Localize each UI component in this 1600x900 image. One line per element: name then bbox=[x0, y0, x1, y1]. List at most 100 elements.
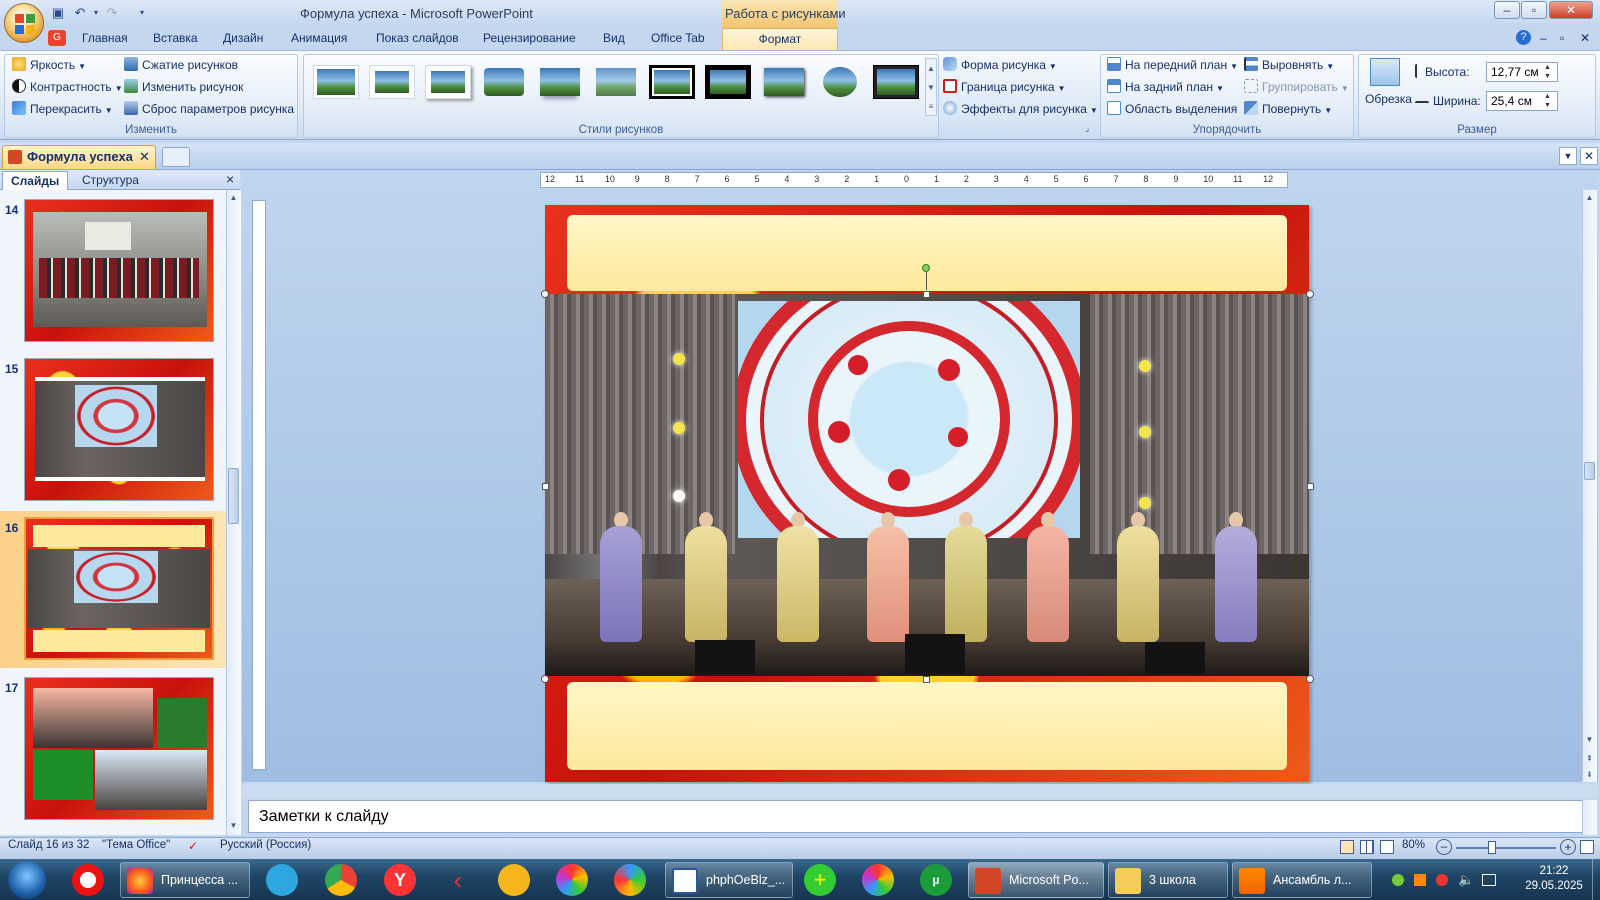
slide-thumbnail-14[interactable] bbox=[24, 199, 214, 342]
slide-sorter-icon[interactable] bbox=[1360, 840, 1374, 854]
undo-dropdown-icon[interactable]: ▾ bbox=[88, 5, 104, 21]
resize-handle-top-right[interactable] bbox=[1306, 290, 1314, 298]
utorrent-icon[interactable]: µ bbox=[920, 864, 952, 896]
resize-handle-bottom-left[interactable] bbox=[541, 675, 549, 683]
chrome-icon[interactable] bbox=[325, 864, 357, 896]
volume-icon[interactable]: 🔈 bbox=[1458, 872, 1474, 888]
picture-style-2[interactable] bbox=[369, 65, 415, 99]
notes-splitter[interactable] bbox=[242, 784, 1598, 798]
save-icon[interactable]: ▣ bbox=[50, 5, 66, 21]
scroll-down-icon[interactable]: ▼ bbox=[227, 819, 240, 833]
align-button[interactable]: Выровнять ▼ bbox=[1244, 56, 1334, 74]
tab-slides[interactable]: Слайды bbox=[2, 171, 69, 190]
taskbar-button-folder[interactable]: 3 школа bbox=[1108, 862, 1228, 898]
document-tab-close-icon[interactable]: ✕ bbox=[139, 146, 150, 168]
resize-handle-top-left[interactable] bbox=[541, 290, 549, 298]
slide-thumbnail-15[interactable] bbox=[24, 358, 214, 501]
width-spinner-icon[interactable]: ▲ ▼ bbox=[1544, 92, 1551, 110]
recolor-button[interactable]: Перекрасить ▼ bbox=[12, 100, 113, 118]
pane-close-icon[interactable]: × bbox=[226, 171, 234, 187]
slideshow-view-icon[interactable] bbox=[1380, 840, 1394, 854]
crop-icon[interactable] bbox=[1370, 58, 1400, 86]
close-doc-icon[interactable]: ✕ bbox=[1580, 147, 1598, 165]
office-tab-icon[interactable]: G bbox=[48, 30, 66, 46]
resize-handle-bottom[interactable] bbox=[923, 676, 930, 683]
minimize-button[interactable]: – bbox=[1494, 1, 1520, 19]
bring-to-front-button[interactable]: На передний план ▼ bbox=[1107, 56, 1238, 74]
picture-style-1[interactable] bbox=[313, 65, 359, 99]
picture-style-3[interactable] bbox=[425, 65, 471, 99]
office-button[interactable] bbox=[4, 3, 44, 43]
redo-icon[interactable]: ↷ bbox=[104, 5, 120, 21]
picture-style-4[interactable] bbox=[481, 65, 527, 99]
app-ring-icon[interactable] bbox=[862, 864, 894, 896]
stage-photo[interactable] bbox=[545, 294, 1309, 676]
styles-gallery-scroll[interactable]: ▲ ▼ ≡ bbox=[925, 58, 937, 116]
document-tab[interactable]: Формула успеха ✕ bbox=[2, 145, 156, 169]
slide-scrollbar[interactable] bbox=[1582, 190, 1597, 782]
scroll-up-icon[interactable]: ▲ bbox=[227, 191, 240, 205]
compress-pictures-button[interactable]: Сжатие рисунков bbox=[124, 56, 238, 74]
ribbon-minimize-icon[interactable]: – bbox=[1540, 31, 1547, 45]
picture-style-5[interactable] bbox=[537, 65, 583, 99]
taskbar-button-word[interactable]: phphOeBlz_... bbox=[665, 862, 793, 898]
slide-thumbnail-16[interactable] bbox=[24, 517, 214, 660]
tray-vlc-icon[interactable] bbox=[1414, 874, 1426, 886]
show-desktop-button[interactable] bbox=[1592, 859, 1600, 900]
scroll-thumb[interactable] bbox=[1584, 462, 1595, 480]
picture-style-8[interactable] bbox=[705, 65, 751, 99]
zoom-slider[interactable] bbox=[1456, 847, 1556, 849]
picture-border-button[interactable]: Граница рисунка ▼ bbox=[943, 78, 1066, 96]
spellcheck-icon[interactable]: ✓ bbox=[188, 839, 198, 853]
zoom-in-icon[interactable]: + bbox=[1560, 839, 1576, 855]
group-button[interactable]: Группировать ▼ bbox=[1244, 78, 1349, 96]
opera-icon[interactable] bbox=[72, 864, 104, 896]
tray-alert-icon[interactable] bbox=[1436, 874, 1448, 886]
tab-list-icon[interactable]: ▼ bbox=[1559, 147, 1577, 165]
resize-handle-bottom-right[interactable] bbox=[1306, 675, 1314, 683]
ribbon-close-icon[interactable]: ✕ bbox=[1580, 31, 1590, 45]
help-icon[interactable]: ? bbox=[1516, 30, 1531, 45]
plus-app-icon[interactable]: + bbox=[804, 864, 836, 896]
tab-insert[interactable]: Вставка bbox=[153, 31, 198, 45]
zoom-slider-thumb[interactable] bbox=[1488, 841, 1496, 854]
tab-review[interactable]: Рецензирование bbox=[483, 31, 576, 45]
picture-style-6[interactable] bbox=[593, 65, 639, 99]
resize-handle-right[interactable] bbox=[1307, 483, 1314, 490]
picture-style-9[interactable] bbox=[761, 65, 807, 99]
picture-style-10[interactable] bbox=[817, 65, 863, 99]
new-tab-button[interactable] bbox=[162, 147, 190, 167]
customize-qat-icon[interactable]: ▾ bbox=[134, 5, 150, 21]
taskbar-button-powerpoint[interactable]: Microsoft Po... bbox=[968, 862, 1104, 898]
resize-handle-top[interactable] bbox=[923, 291, 930, 298]
telegram-icon[interactable] bbox=[266, 864, 298, 896]
clock[interactable]: 21:22 29.05.2025 bbox=[1519, 864, 1589, 894]
brightness-button[interactable]: Яркость ▼ bbox=[12, 56, 86, 74]
notes-scrollbar[interactable] bbox=[1582, 800, 1597, 835]
crop-label[interactable]: Обрезка bbox=[1365, 90, 1412, 108]
scroll-down-icon[interactable]: ▼ bbox=[1583, 733, 1596, 747]
tab-home[interactable]: Главная bbox=[82, 31, 128, 45]
taskbar-button-vlc[interactable]: Ансамбль л... bbox=[1232, 862, 1372, 898]
picture-style-11[interactable] bbox=[873, 65, 919, 99]
previous-slide-icon[interactable]: ⇞ bbox=[1583, 752, 1596, 766]
contrast-button[interactable]: Контрастность ▼ bbox=[12, 78, 123, 96]
tray-app-icon[interactable] bbox=[1392, 874, 1404, 886]
notes-field[interactable]: Заметки к слайду bbox=[248, 800, 1584, 833]
network-icon[interactable] bbox=[1482, 874, 1496, 886]
reset-picture-button[interactable]: Сброс параметров рисунка bbox=[124, 100, 294, 118]
taskbar-button-firefox[interactable]: Принцесса ... bbox=[120, 862, 250, 898]
photo-app-icon[interactable] bbox=[614, 864, 646, 896]
tab-office-tab[interactable]: Office Tab bbox=[651, 31, 705, 45]
change-picture-button[interactable]: Изменить рисунок bbox=[124, 78, 243, 96]
undo-icon[interactable]: ↶ bbox=[72, 5, 88, 21]
rotation-handle[interactable] bbox=[922, 264, 930, 272]
next-slide-icon[interactable]: ⇟ bbox=[1583, 768, 1596, 782]
tab-design[interactable]: Дизайн bbox=[223, 31, 263, 45]
selection-pane-button[interactable]: Область выделения bbox=[1107, 100, 1237, 118]
picture-effects-button[interactable]: Эффекты для рисунка ▼ bbox=[943, 100, 1098, 118]
fit-to-window-icon[interactable] bbox=[1580, 840, 1594, 854]
tab-outline[interactable]: Структура bbox=[74, 171, 147, 190]
height-spinner-icon[interactable]: ▲ ▼ bbox=[1544, 63, 1551, 81]
zoom-level[interactable]: 80% bbox=[1402, 839, 1425, 851]
